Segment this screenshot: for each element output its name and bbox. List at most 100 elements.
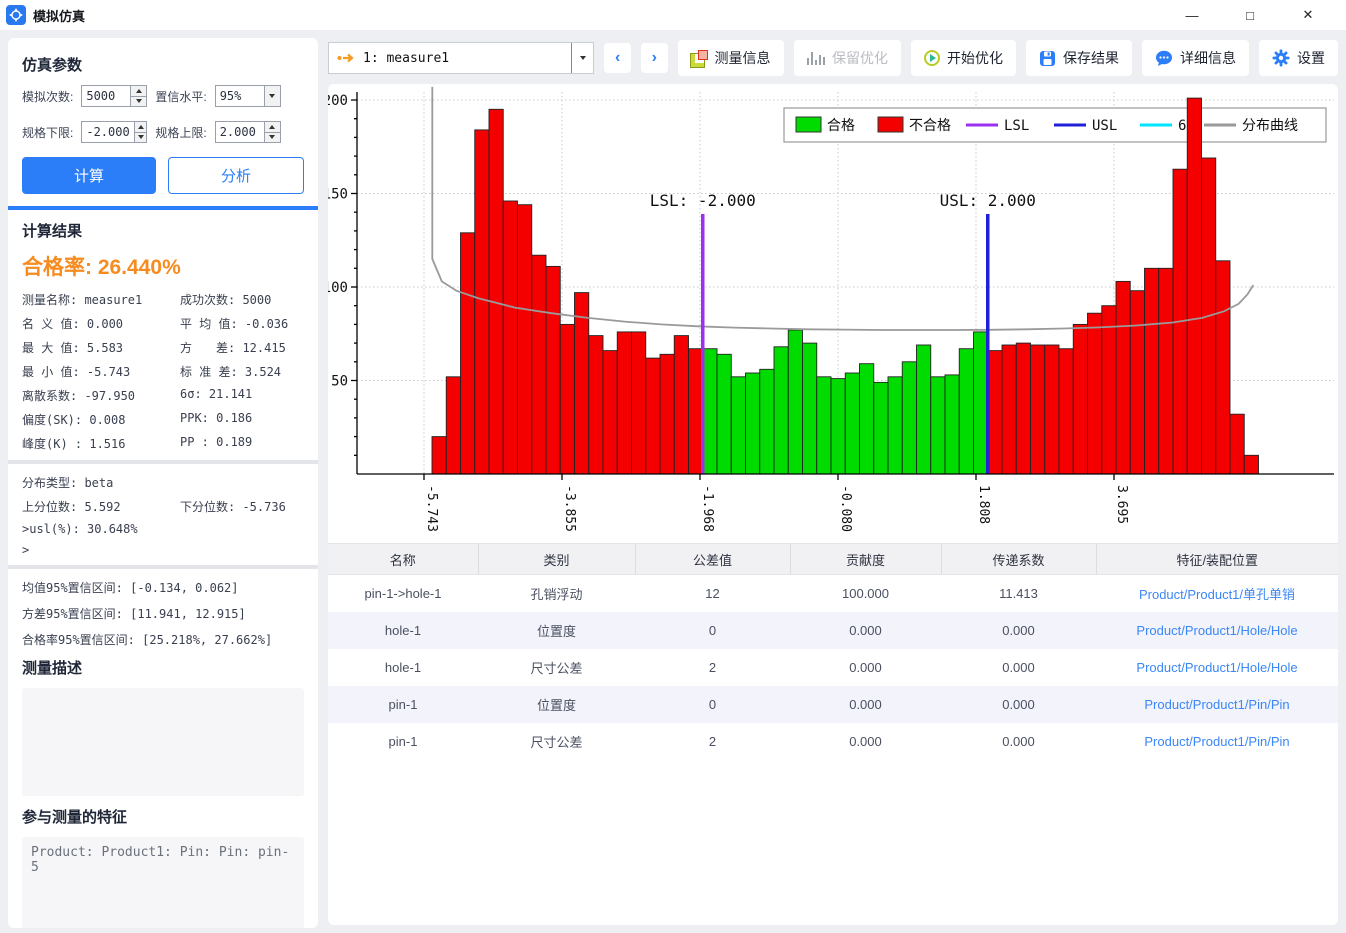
measured-features-box[interactable]: Product: Product1: Pin: Pin: pin-5 [22,837,304,928]
svg-text:LSL: -2.000: LSL: -2.000 [650,191,756,210]
chevron-down-icon[interactable] [571,43,593,73]
pass-rate-label: 合格率: [22,256,92,279]
main-toolbar: 1: measure1 ‹ › 测量信息 保留优化 开始优化 保存结果 详细信息 [328,38,1338,78]
stat-right: PPK: 0.186 [180,411,304,428]
stat-left: 离散系数: -97.950 [22,387,180,404]
table-cell: 0 [635,686,790,723]
start-optimization-button[interactable]: 开始优化 [911,40,1016,76]
column-header[interactable]: 传递系数 [941,544,1096,575]
pass-rate-value: 26.440% [98,256,181,279]
column-header[interactable]: 名称 [328,544,478,575]
table-cell: 尺寸公差 [478,649,635,686]
results-title: 计算结果 [22,220,304,241]
table-cell: 2 [635,723,790,760]
stat-right: PP : 0.189 [180,435,304,452]
spin-down-icon[interactable] [265,132,280,143]
spin-down-icon[interactable] [135,132,147,143]
svg-text:-1.968: -1.968 [700,485,715,532]
table-row[interactable]: pin-1->hole-1孔销浮动12100.00011.413Product/… [328,575,1338,612]
title-bar: 模拟仿真 — □ ✕ [0,0,1346,30]
confidence-intervals: 均值95%置信区间: [-0.134, 0.062] 方差95%置信区间: [11… [22,579,304,648]
confidence-interval-line: 方差95%置信区间: [11.941, 12.915] [22,605,304,622]
column-header[interactable]: 类别 [478,544,635,575]
stat-left: 偏度(SK): 0.008 [22,411,180,428]
stat-left: 名 义 值: 0.000 [22,315,180,332]
table-cell: 尺寸公差 [478,723,635,760]
stat-left: 测量名称: measure1 [22,291,180,308]
table-row[interactable]: hole-1位置度00.0000.000Product/Product1/Hol… [328,612,1338,649]
play-icon [924,50,940,66]
histogram-chart[interactable]: 50100150200-5.743-3.855-1.968-0.0801.808… [328,84,1338,538]
divider [8,565,318,569]
upper-spec-value[interactable]: 2.000 [216,122,264,142]
lower-spec-value[interactable]: -2.000 [82,122,133,142]
confidence-interval-line: 均值95%置信区间: [-0.134, 0.062] [22,579,304,596]
spin-up-icon[interactable] [135,122,147,132]
stat-right: 平 均 值: -0.036 [180,315,304,332]
svg-text:-5.743: -5.743 [424,485,439,532]
table-cell: 孔销浮动 [478,575,635,612]
column-header[interactable]: 公差值 [635,544,790,575]
svg-text:-3.855: -3.855 [562,485,577,532]
confidence-select[interactable]: 95% [215,85,281,107]
svg-text:1.808: 1.808 [976,485,991,524]
sim-count-value[interactable]: 5000 [82,86,130,106]
divider [8,460,318,464]
table-row[interactable]: hole-1尺寸公差20.0000.000Product/Product1/Ho… [328,649,1338,686]
keep-optimization-button[interactable]: 保留优化 [794,40,902,76]
window-title: 模拟仿真 [33,6,85,25]
stat-row: 偏度(SK): 0.008PPK: 0.186 [22,411,304,428]
analyze-button[interactable]: 分析 [168,157,304,194]
column-header[interactable]: 特征/装配位置 [1096,544,1338,575]
feature-link[interactable]: Product/Product1/单孔单销 [1096,575,1338,612]
gear-icon [1272,49,1290,67]
spin-down-icon[interactable] [131,96,146,107]
table-cell: 位置度 [478,612,635,649]
feature-link[interactable]: Product/Product1/Hole/Hole [1096,649,1338,686]
table-row[interactable]: pin-1尺寸公差20.0000.000Product/Product1/Pin… [328,723,1338,760]
measure-arrow-icon [337,52,357,64]
measure-description-box[interactable] [22,688,304,796]
table-cell: 0.000 [790,686,941,723]
dist-right: 下分位数: -5.736 [180,498,304,515]
confidence-label: 置信水平: [155,88,206,105]
upper-spec-spinner[interactable]: 2.000 [215,121,281,143]
table-header: 名称类别公差值贡献度传递系数特征/装配位置 [328,544,1338,575]
sim-count-label: 模拟次数: [22,88,73,105]
dist-right [180,474,304,491]
svg-text:-0.080: -0.080 [838,485,853,532]
svg-text:USL: USL [1092,118,1117,134]
lower-spec-spinner[interactable]: -2.000 [81,121,147,143]
stat-row: 分布类型: beta [22,474,304,491]
save-results-button[interactable]: 保存结果 [1026,40,1132,76]
table-cell: 11.413 [941,575,1096,612]
maximize-button[interactable]: □ [1240,8,1260,23]
settings-button[interactable]: 设置 [1259,40,1338,76]
feature-link[interactable]: Product/Product1/Pin/Pin [1096,723,1338,760]
close-button[interactable]: ✕ [1298,7,1318,23]
measure-select[interactable]: 1: measure1 [328,42,594,74]
table-row[interactable]: pin-1位置度00.0000.000Product/Product1/Pin/… [328,686,1338,723]
stat-right: 成功次数: 5000 [180,291,304,308]
feature-link[interactable]: Product/Product1/Pin/Pin [1096,686,1338,723]
measure-info-button[interactable]: 测量信息 [678,40,784,76]
chevron-down-icon[interactable] [264,86,280,106]
contribution-table: 名称类别公差值贡献度传递系数特征/装配位置 pin-1->hole-1孔销浮动1… [328,543,1338,760]
params-title: 仿真参数 [22,54,304,75]
pass-rate: 合格率: 26.440% [22,251,304,281]
column-header[interactable]: 贡献度 [790,544,941,575]
spin-up-icon[interactable] [131,86,146,96]
feature-link[interactable]: Product/Product1/Hole/Hole [1096,612,1338,649]
stat-right: 6σ: 21.141 [180,387,304,404]
stat-row: 上分位数: 5.592下分位数: -5.736 [22,498,304,515]
next-measure-button[interactable]: › [641,43,668,73]
simulation-sidebar: 仿真参数 模拟次数: 5000 置信水平: 95% 规格下限: -2.000 规… [8,38,318,928]
calculate-button[interactable]: 计算 [22,157,156,194]
sim-count-spinner[interactable]: 5000 [81,85,147,107]
minimize-button[interactable]: — [1182,8,1202,23]
details-button[interactable]: 详细信息 [1142,40,1249,76]
svg-text:合格: 合格 [827,118,855,134]
spin-up-icon[interactable] [265,122,280,132]
confidence-value[interactable]: 95% [216,86,264,106]
prev-measure-button[interactable]: ‹ [604,43,631,73]
